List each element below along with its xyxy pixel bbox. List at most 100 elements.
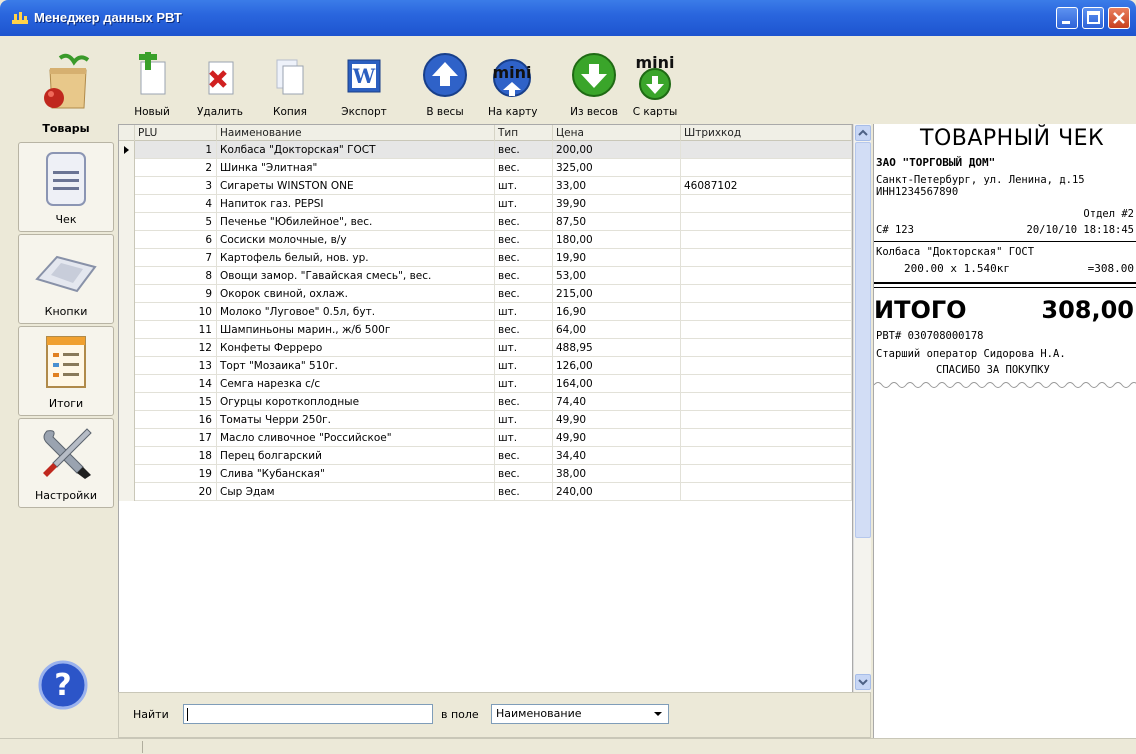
cell-plu[interactable]: 17 — [135, 429, 217, 447]
cell-name[interactable]: Томаты Черри 250г. — [217, 411, 495, 429]
table-row[interactable]: 6 Сосиски молочные, в/у вес. 180,00 — [119, 231, 852, 249]
row-header[interactable] — [119, 213, 135, 231]
column-header-barcode[interactable]: Штрихкод — [681, 125, 852, 141]
cell-barcode[interactable] — [681, 141, 852, 159]
cell-price[interactable]: 53,00 — [553, 267, 681, 285]
cell-price[interactable]: 87,50 — [553, 213, 681, 231]
row-header[interactable] — [119, 447, 135, 465]
row-header[interactable] — [119, 195, 135, 213]
cell-name[interactable]: Конфеты Ферреро — [217, 339, 495, 357]
cell-type[interactable]: шт. — [495, 339, 553, 357]
nav-item-receipt[interactable]: Чек — [18, 142, 114, 232]
cell-type[interactable]: вес. — [495, 483, 553, 501]
cell-type[interactable]: вес. — [495, 285, 553, 303]
cell-price[interactable]: 488,95 — [553, 339, 681, 357]
cell-plu[interactable]: 2 — [135, 159, 217, 177]
table-row[interactable]: 19 Слива "Кубанская" вес. 38,00 — [119, 465, 852, 483]
cell-name[interactable]: Семга нарезка с/с — [217, 375, 495, 393]
table-row[interactable]: 3 Сигареты WINSTON ONE шт. 33,00 46087102 — [119, 177, 852, 195]
cell-type[interactable]: вес. — [495, 141, 553, 159]
cell-plu[interactable]: 4 — [135, 195, 217, 213]
cell-plu[interactable]: 19 — [135, 465, 217, 483]
cell-price[interactable]: 215,00 — [553, 285, 681, 303]
table-row[interactable]: 4 Напиток газ. PEPSI шт. 39,90 — [119, 195, 852, 213]
cell-price[interactable]: 39,90 — [553, 195, 681, 213]
cell-name[interactable]: Огурцы короткоплодные — [217, 393, 495, 411]
row-header[interactable] — [119, 267, 135, 285]
cell-barcode[interactable] — [681, 411, 852, 429]
row-header[interactable] — [119, 249, 135, 267]
cell-barcode[interactable] — [681, 303, 852, 321]
cell-name[interactable]: Овощи замор. "Гавайская смесь", вес. — [217, 267, 495, 285]
cell-price[interactable]: 180,00 — [553, 231, 681, 249]
cell-type[interactable]: вес. — [495, 159, 553, 177]
cell-plu[interactable]: 9 — [135, 285, 217, 303]
cell-type[interactable]: шт. — [495, 429, 553, 447]
cell-type[interactable]: шт. — [495, 357, 553, 375]
cell-plu[interactable]: 1 — [135, 141, 217, 159]
row-header[interactable] — [119, 177, 135, 195]
close-button[interactable] — [1108, 7, 1130, 29]
scroll-thumb[interactable] — [855, 142, 871, 538]
cell-barcode[interactable] — [681, 249, 852, 267]
cell-name[interactable]: Напиток газ. PEPSI — [217, 195, 495, 213]
row-header[interactable] — [119, 483, 135, 501]
cell-barcode[interactable] — [681, 267, 852, 285]
cell-name[interactable]: Картофель белый, нов. ур. — [217, 249, 495, 267]
cell-plu[interactable]: 18 — [135, 447, 217, 465]
cell-name[interactable]: Слива "Кубанская" — [217, 465, 495, 483]
table-row[interactable]: 10 Молоко "Луговое" 0.5л, бут. шт. 16,90 — [119, 303, 852, 321]
row-header[interactable] — [119, 321, 135, 339]
cell-name[interactable]: Торт "Мозаика" 510г. — [217, 357, 495, 375]
cell-price[interactable]: 164,00 — [553, 375, 681, 393]
cell-name[interactable]: Печенье "Юбилейное", вес. — [217, 213, 495, 231]
cell-type[interactable]: вес. — [495, 231, 553, 249]
cell-plu[interactable]: 20 — [135, 483, 217, 501]
cell-name[interactable]: Сыр Эдам — [217, 483, 495, 501]
table-row[interactable]: 8 Овощи замор. "Гавайская смесь", вес. вес… — [119, 267, 852, 285]
cell-plu[interactable]: 11 — [135, 321, 217, 339]
cell-barcode[interactable] — [681, 483, 852, 501]
cell-plu[interactable]: 5 — [135, 213, 217, 231]
cell-type[interactable]: вес. — [495, 249, 553, 267]
table-row[interactable]: 12 Конфеты Ферреро шт. 488,95 — [119, 339, 852, 357]
table-row[interactable]: 2 Шинка "Элитная" вес. 325,00 — [119, 159, 852, 177]
row-header[interactable] — [119, 393, 135, 411]
table-scrollbar[interactable] — [853, 124, 871, 692]
cell-barcode[interactable] — [681, 195, 852, 213]
cell-plu[interactable]: 12 — [135, 339, 217, 357]
column-header-plu[interactable]: PLU — [135, 125, 217, 141]
column-header-price[interactable]: Цена — [553, 125, 681, 141]
nav-item-settings[interactable]: Настройки — [18, 418, 114, 508]
cell-type[interactable]: шт. — [495, 303, 553, 321]
cell-price[interactable]: 200,00 — [553, 141, 681, 159]
table-row[interactable]: 18 Перец болгарский вес. 34,40 — [119, 447, 852, 465]
table-row[interactable]: 20 Сыр Эдам вес. 240,00 — [119, 483, 852, 501]
cell-name[interactable]: Сигареты WINSTON ONE — [217, 177, 495, 195]
scroll-up-button[interactable] — [855, 125, 871, 141]
cell-price[interactable]: 126,00 — [553, 357, 681, 375]
cell-barcode[interactable] — [681, 159, 852, 177]
cell-barcode[interactable] — [681, 465, 852, 483]
table-row[interactable]: 5 Печенье "Юбилейное", вес. вес. 87,50 — [119, 213, 852, 231]
cell-barcode[interactable] — [681, 375, 852, 393]
title-bar[interactable]: Менеджер данных РВТ — [0, 0, 1136, 36]
table-row[interactable]: 17 Масло сливочное "Российское" шт. 49,90 — [119, 429, 852, 447]
column-header-type[interactable]: Тип — [495, 125, 553, 141]
cell-barcode[interactable] — [681, 393, 852, 411]
cell-type[interactable]: шт. — [495, 411, 553, 429]
cell-plu[interactable]: 6 — [135, 231, 217, 249]
row-header[interactable] — [119, 465, 135, 483]
cell-price[interactable]: 49,90 — [553, 429, 681, 447]
cell-price[interactable]: 240,00 — [553, 483, 681, 501]
row-header[interactable] — [119, 429, 135, 447]
cell-barcode[interactable] — [681, 285, 852, 303]
row-header[interactable] — [119, 231, 135, 249]
cell-barcode[interactable]: 46087102 — [681, 177, 852, 195]
cell-name[interactable]: Сосиски молочные, в/у — [217, 231, 495, 249]
cell-name[interactable]: Масло сливочное "Российское" — [217, 429, 495, 447]
find-input[interactable] — [183, 704, 433, 724]
cell-barcode[interactable] — [681, 213, 852, 231]
cell-type[interactable]: вес. — [495, 465, 553, 483]
cell-barcode[interactable] — [681, 447, 852, 465]
